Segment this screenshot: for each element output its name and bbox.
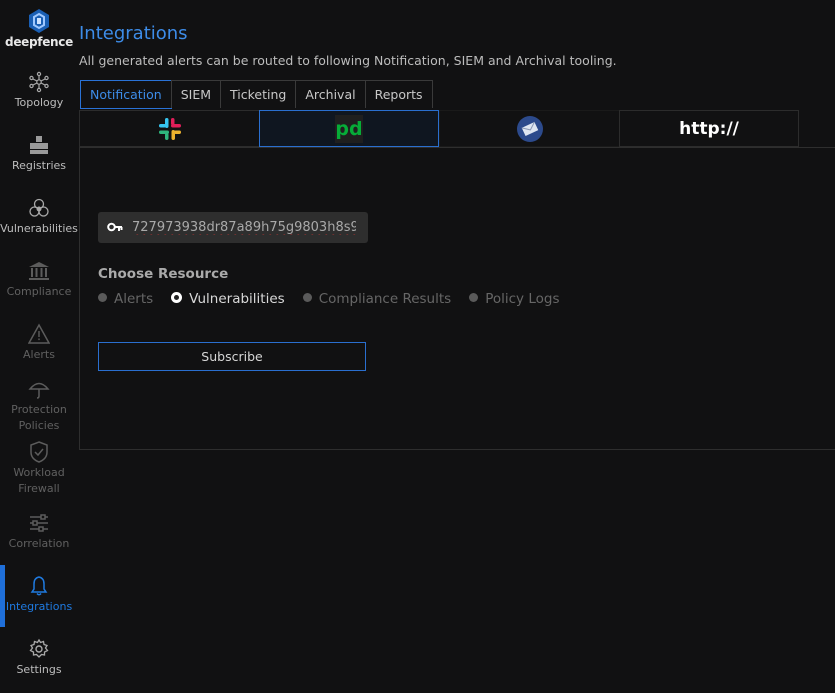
page-description: All generated alerts can be routed to fo…: [79, 53, 617, 68]
provider-pagerduty[interactable]: pd: [259, 110, 439, 147]
tab-notification[interactable]: Notification: [80, 80, 172, 109]
registries-icon: [30, 136, 48, 154]
page-title: Integrations: [79, 23, 188, 44]
sidebar-item-integrations[interactable]: Integrations: [0, 575, 78, 615]
umbrella-icon: [28, 382, 50, 399]
radio-label: Vulnerabilities: [189, 291, 285, 307]
pagerduty-label: pd: [335, 117, 363, 140]
sidebar-item-alerts[interactable]: Alerts: [0, 323, 78, 363]
sidebar-item-protection-policies[interactable]: Protection Policies: [0, 378, 78, 434]
radio-dot[interactable]: [302, 292, 312, 302]
tab-archival[interactable]: Archival: [295, 80, 366, 108]
bell-icon: [30, 576, 48, 596]
deepfence-logo[interactable]: deepfence: [0, 8, 78, 52]
radio-label: Alerts: [114, 291, 154, 307]
sidebar-item-correlation[interactable]: Correlation: [0, 512, 78, 552]
sidebar-item-label: Settings: [16, 663, 62, 676]
sidebar-item-label: Workload Firewall: [13, 466, 65, 495]
pagerduty-icon: pd: [335, 114, 363, 143]
radio-label: Compliance Results: [318, 291, 452, 307]
deepfence-logo-icon: [29, 9, 49, 33]
sidebar-item-label: Compliance: [6, 285, 72, 298]
sidebar-item-registries[interactable]: Registries: [0, 134, 78, 174]
sidebar-item-settings[interactable]: Settings: [0, 638, 78, 678]
sidebar-item-workload-firewall[interactable]: Workload Firewall: [0, 441, 78, 497]
provider-email[interactable]: [439, 110, 620, 147]
sidebar-item-compliance[interactable]: Compliance: [0, 260, 78, 300]
shield-icon: [30, 441, 48, 463]
email-icon: [516, 115, 543, 142]
api-key-input[interactable]: [132, 217, 356, 237]
radio-dot[interactable]: [469, 292, 479, 302]
sidebar-item-vulnerabilities[interactable]: Vulnerabilities: [0, 197, 78, 237]
resource-radio-group: Alerts Vulnerabilities Compliance Result…: [98, 291, 577, 307]
http-label: http://: [679, 118, 739, 139]
radio-dot[interactable]: [171, 291, 183, 303]
sidebar-item-label: Alerts: [23, 348, 55, 361]
resource-alerts-radio[interactable]: Alerts: [98, 291, 153, 307]
provider-slack[interactable]: [79, 110, 260, 147]
biohazard-icon: [29, 198, 49, 217]
sidebar-item-label: Registries: [11, 159, 67, 172]
brand-name: deepfence: [5, 35, 73, 49]
slack-icon: [158, 117, 181, 140]
sidebar-item-label: Integrations: [5, 600, 73, 613]
tab-bar: Notification SIEM Ticketing Archival Rep…: [80, 80, 433, 109]
warning-icon: [28, 323, 50, 344]
api-key-field[interactable]: [98, 212, 368, 243]
gear-icon: [29, 638, 49, 658]
sidebar-item-label: Topology: [14, 96, 64, 109]
tab-siem[interactable]: SIEM: [170, 80, 222, 108]
choose-resource-label: Choose Resource: [98, 266, 229, 282]
resource-compliance-results-radio[interactable]: Compliance Results: [302, 291, 452, 307]
topology-icon: [29, 71, 49, 93]
resource-vulnerabilities-radio[interactable]: Vulnerabilities: [171, 291, 285, 307]
sliders-icon: [30, 514, 48, 532]
tab-reports[interactable]: Reports: [364, 80, 433, 108]
provider-list: pd http://: [79, 110, 799, 147]
sidebar-item-label: Vulnerabilities: [0, 222, 78, 235]
radio-dot[interactable]: [98, 292, 107, 302]
subscribe-button[interactable]: Subscribe: [98, 342, 366, 371]
resource-policy-logs-radio[interactable]: Policy Logs: [469, 291, 559, 307]
sidebar-item-label: Correlation: [8, 537, 70, 550]
key-icon: [107, 222, 123, 232]
sidebar-item-label: Protection Policies: [11, 403, 67, 432]
provider-http-webhook[interactable]: http://: [619, 110, 799, 147]
tab-ticketing[interactable]: Ticketing: [220, 80, 297, 108]
sidebar-item-topology[interactable]: Topology: [0, 71, 78, 111]
radio-label: Policy Logs: [485, 291, 560, 307]
sidebar: deepfence Topology Registries Vulnerabil…: [0, 0, 78, 693]
bank-icon: [29, 262, 49, 280]
